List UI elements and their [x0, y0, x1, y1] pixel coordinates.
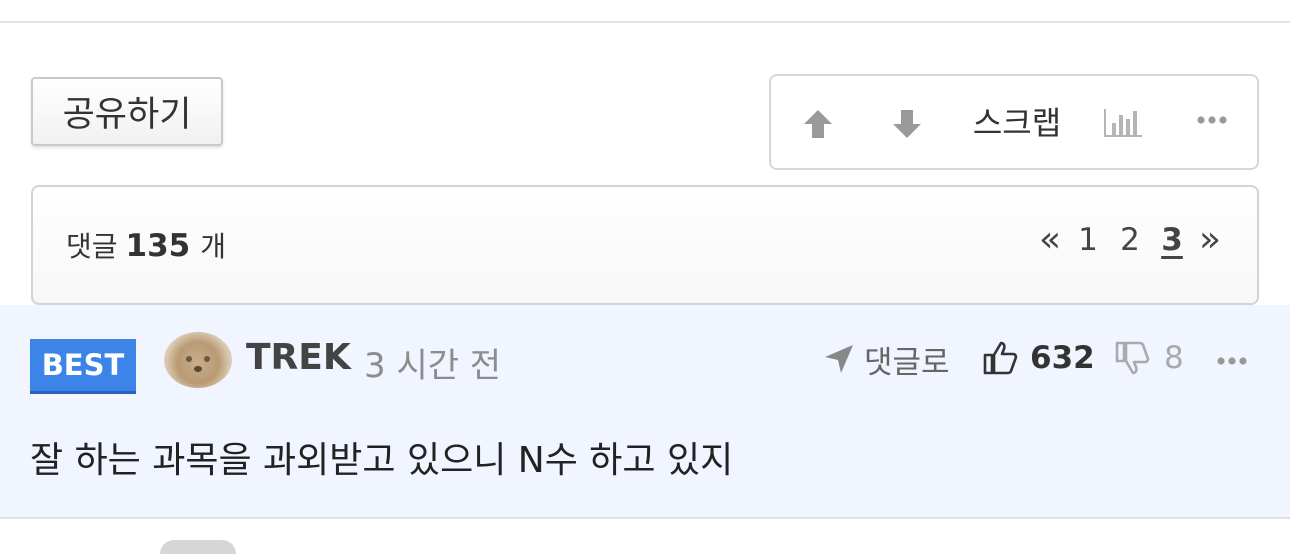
bottom-divider — [0, 517, 1290, 519]
comment-count-suffix: 개 — [200, 230, 227, 263]
avatar-eye — [186, 356, 192, 362]
thumbs-up-icon — [983, 341, 1018, 375]
upvote-button[interactable] — [795, 104, 841, 144]
pagination: « 1 2 3 » — [1033, 219, 1227, 260]
comment-count-number: 135 — [125, 228, 191, 264]
arrow-up-icon — [804, 110, 832, 138]
best-comment: BEST TREK 3 시간 전 댓글로 632 8 잘 하는 과목을 과외받고… — [0, 305, 1290, 517]
pagination-page-current[interactable]: 3 — [1151, 222, 1193, 258]
like-count: 632 — [1030, 340, 1095, 376]
reply-label: 댓글로 — [864, 344, 950, 381]
arrow-down-icon — [893, 110, 921, 138]
downvote-button[interactable] — [884, 104, 930, 144]
ellipsis-icon — [1197, 116, 1227, 124]
scrap-button[interactable]: 스크랩 — [971, 96, 1063, 146]
pagination-prev-button[interactable]: « — [1033, 219, 1067, 260]
reply-button[interactable]: 댓글로 — [822, 339, 950, 381]
pagination-next-button[interactable]: » — [1193, 219, 1227, 260]
dislike-count: 8 — [1164, 340, 1184, 376]
avatar-nose — [194, 366, 202, 372]
comment-body: 잘 하는 과목을 과외받고 있으니 N수 하고 있지 — [30, 440, 734, 481]
next-comment-avatar[interactable] — [160, 540, 236, 554]
dislike-button[interactable]: 8 — [1114, 337, 1184, 379]
comment-username[interactable]: TREK — [246, 337, 351, 378]
comment-count: 댓글 135 개 — [66, 225, 226, 265]
best-badge: BEST — [30, 339, 136, 394]
comment-timestamp: 3 시간 전 — [364, 346, 502, 386]
thumbs-down-icon — [1115, 341, 1150, 375]
avatar[interactable] — [164, 332, 232, 388]
more-options-button[interactable] — [1194, 110, 1230, 130]
comment-count-prefix: 댓글 — [66, 230, 118, 263]
send-arrow-icon — [825, 345, 853, 373]
pagination-page-1[interactable]: 1 — [1067, 222, 1109, 258]
post-action-bar: 스크랩 — [769, 74, 1259, 170]
stats-button[interactable] — [1101, 104, 1145, 140]
share-button[interactable]: 공유하기 — [31, 77, 223, 146]
ellipsis-icon — [1217, 357, 1247, 365]
comment-more-button[interactable] — [1216, 351, 1248, 365]
avatar-eye — [204, 356, 210, 362]
top-divider — [0, 21, 1290, 23]
pagination-page-2[interactable]: 2 — [1109, 222, 1151, 258]
bar-chart-icon — [1104, 109, 1142, 137]
comment-header-panel: 댓글 135 개 « 1 2 3 » — [31, 185, 1259, 305]
like-button[interactable]: 632 — [982, 337, 1095, 379]
